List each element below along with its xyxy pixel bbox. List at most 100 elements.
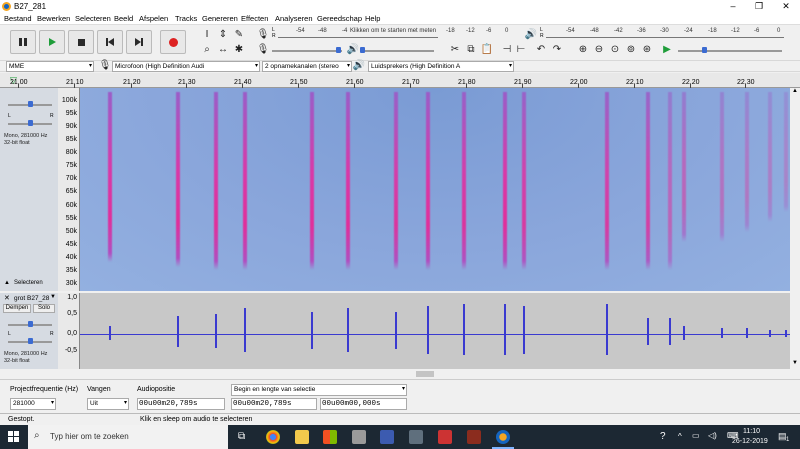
select-track-button[interactable]: Selecteren <box>14 280 43 286</box>
scrollbar-thumb[interactable] <box>416 371 434 377</box>
maximize-button[interactable]: ❐ <box>748 0 770 13</box>
amplitude-scale[interactable]: 1,0 0,5 0,0 -0,5 <box>58 293 80 369</box>
taskbar-search-box[interactable]: ⌕ Typ hier om te zoeken <box>28 425 228 449</box>
play-meter-bar[interactable] <box>546 37 784 38</box>
play-meter-speaker-icon[interactable]: 🔊 <box>524 28 538 42</box>
play-at-speed-icon[interactable]: ▶ <box>660 43 674 57</box>
play-speed-slider[interactable] <box>678 50 782 52</box>
recording-device-dropdown[interactable]: Microfoon (High Definition Audi ▾ <box>112 61 260 72</box>
cut-icon[interactable]: ✂ <box>448 43 462 57</box>
menu-tracks[interactable]: Tracks <box>175 14 197 23</box>
waveform-view[interactable] <box>80 293 790 369</box>
volume-icon[interactable]: ◁) <box>708 431 717 440</box>
play-speed-knob[interactable] <box>702 47 707 53</box>
selection-start-field[interactable]: 00u00m20,789s <box>231 398 317 410</box>
copy-icon[interactable]: ⧉ <box>464 43 478 57</box>
task-view-icon[interactable]: ⧉ <box>238 431 245 442</box>
record-meter-hint[interactable]: Klikken om te starten met meten <box>350 28 436 37</box>
spectro-pan-knob[interactable] <box>28 120 33 126</box>
selection-length-field[interactable]: 00u00m00,000s <box>320 398 407 410</box>
envelope-tool-icon[interactable]: ⇕ <box>216 28 230 42</box>
save-app-icon[interactable] <box>380 430 394 444</box>
multi-tool-icon[interactable]: ✱ <box>232 43 246 57</box>
draw-tool-icon[interactable]: ✎ <box>232 28 246 42</box>
timeline-ruler[interactable]: ▽ 21,00 21,10 21,20 21,30 21,40 21,50 21,60 21,… <box>0 73 800 88</box>
fit-selection-icon[interactable]: ⊙ <box>608 43 622 57</box>
playback-device-dropdown[interactable]: Luidsprekers (High Definition A ▾ <box>368 61 514 72</box>
wave-gain-knob[interactable] <box>28 321 33 327</box>
store-icon[interactable] <box>323 430 337 444</box>
minimize-button[interactable]: – <box>722 0 744 13</box>
pause-button[interactable] <box>10 30 36 54</box>
file-explorer-icon[interactable] <box>295 430 309 444</box>
record-volume-slider[interactable] <box>272 50 342 52</box>
zoom-out-icon[interactable]: ⊖ <box>592 43 606 57</box>
menu-gereedschap[interactable]: Gereedschap <box>317 14 362 23</box>
play-button[interactable] <box>39 30 65 54</box>
mail-icon[interactable] <box>352 430 366 444</box>
close-button[interactable]: ✕ <box>775 0 797 13</box>
zoom-toggle-icon[interactable]: ⊛ <box>640 43 654 57</box>
app-icon[interactable] <box>409 430 423 444</box>
solo-button[interactable]: Solo <box>33 304 55 313</box>
close-track-icon[interactable]: ✕ <box>4 294 10 302</box>
skip-end-button[interactable] <box>126 30 152 54</box>
timeshift-tool-icon[interactable]: ↔ <box>216 43 230 57</box>
frequency-scale[interactable]: 100k 95k 90k 85k 80k 75k 70k 65k 60k 55k… <box>58 88 80 291</box>
menu-analyseren[interactable]: Analyseren <box>275 14 313 23</box>
scroll-up-icon[interactable]: ▲ <box>792 88 798 94</box>
silence-icon[interactable]: ⊢ <box>514 43 528 57</box>
spectro-gain-knob[interactable] <box>28 101 33 107</box>
scroll-down-icon[interactable]: ▼ <box>792 360 798 366</box>
snap-dropdown[interactable]: Uit ▾ <box>87 398 129 410</box>
recording-channels-dropdown[interactable]: 2 opnamekanalen (stereo ▾ <box>262 61 352 72</box>
clock-date[interactable]: 26-12-2019 <box>732 438 768 445</box>
record-volume-knob[interactable] <box>336 47 341 53</box>
spectrogram-view[interactable] <box>80 88 790 291</box>
project-rate-dropdown[interactable]: 281000 ▾ <box>10 398 56 410</box>
redo-icon[interactable]: ↷ <box>550 43 564 57</box>
audio-host-dropdown[interactable]: MME ▾ <box>6 61 94 72</box>
audio-position-field[interactable]: 00u00m20,789s <box>137 398 225 410</box>
fit-project-icon[interactable]: ⊚ <box>624 43 638 57</box>
horizontal-scrollbar[interactable] <box>80 370 790 378</box>
clock-time[interactable]: 11:10 <box>743 428 760 435</box>
playback-volume-knob[interactable] <box>360 47 365 53</box>
wave-pan-knob[interactable] <box>28 338 33 344</box>
menu-beeld[interactable]: Beeld <box>114 14 133 23</box>
playback-volume-slider[interactable] <box>362 50 434 52</box>
zoom-tool-icon[interactable]: ⌕ <box>200 43 214 57</box>
mute-button[interactable]: Dempen <box>3 304 31 313</box>
zoom-in-icon[interactable]: ⊕ <box>576 43 590 57</box>
selection-mode-dropdown[interactable]: Begin en lengte van selectie ▾ <box>231 384 407 396</box>
paste-icon[interactable]: 📋 <box>480 43 494 57</box>
chrome-icon[interactable] <box>266 430 280 444</box>
track-name-menu[interactable]: grot B27_28 <box>14 295 49 302</box>
windows-start-icon[interactable] <box>8 431 20 443</box>
stop-button[interactable] <box>68 30 94 54</box>
help-icon[interactable]: ? <box>660 431 666 442</box>
selection-tool-icon[interactable]: I <box>200 28 214 42</box>
network-icon[interactable]: ▭ <box>692 431 700 440</box>
menu-bestand[interactable]: Bestand <box>4 14 32 23</box>
chevron-up-icon[interactable]: ^ <box>678 432 682 441</box>
menu-afspelen[interactable]: Afspelen <box>139 14 168 23</box>
menu-bewerken[interactable]: Bewerken <box>37 14 70 23</box>
chevron-down-icon[interactable]: ▼ <box>50 294 56 300</box>
undo-icon[interactable]: ↶ <box>534 43 548 57</box>
record-button[interactable] <box>160 30 186 54</box>
app-icon[interactable] <box>467 430 481 444</box>
menu-selecteren[interactable]: Selecteren <box>75 14 111 23</box>
skip-start-button[interactable] <box>97 30 123 54</box>
menu-effecten[interactable]: Effecten <box>241 14 268 23</box>
record-meter-mic-icon[interactable]: 🎙 <box>256 28 270 42</box>
collapse-arrow-icon[interactable]: ▲ <box>4 280 10 286</box>
menu-genereren[interactable]: Genereren <box>202 14 238 23</box>
vertical-scrollbar[interactable]: ▲ ▼ <box>790 88 800 369</box>
waveform-burst <box>721 328 723 339</box>
trim-icon[interactable]: ⊣ <box>500 43 514 57</box>
audacity-taskbar-icon[interactable] <box>496 430 510 444</box>
menu-help[interactable]: Help <box>365 14 380 23</box>
game-app-icon[interactable] <box>438 430 452 444</box>
record-meter-bar[interactable] <box>278 37 438 38</box>
